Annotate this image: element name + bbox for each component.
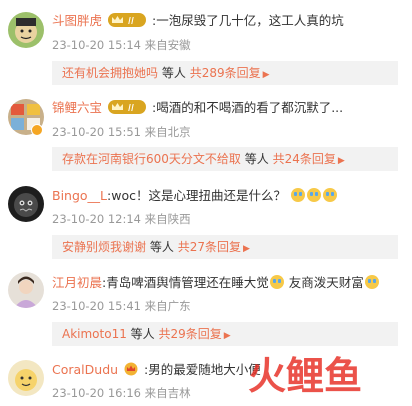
- chevron-right-icon: ▶: [242, 244, 250, 254]
- comment-date: 23-10-20 12:14: [52, 212, 141, 226]
- chevron-right-icon: ▶: [337, 156, 345, 166]
- comment-date: 23-10-20 15:51: [52, 125, 141, 139]
- username[interactable]: CoralDudu: [52, 362, 118, 377]
- crown-level-icon: II: [108, 100, 146, 118]
- comment-line: Bingo__L:woc！这是心理扭曲还是什么？: [52, 188, 338, 204]
- crying-emoji-icon: [290, 188, 305, 202]
- comment-text: :一泡尿毁了几十亿，这工人真的坑: [151, 13, 344, 28]
- reply-mid-text: 等人: [130, 327, 155, 341]
- comment-line: 锦鲤六宝 II :喝酒的和不喝酒的看了都沉默了...: [52, 100, 343, 118]
- reply-mid-text: 等人: [149, 240, 174, 254]
- comment-text: :男的最爱随地大小便: [144, 362, 261, 377]
- username[interactable]: 江月初晨: [52, 275, 102, 290]
- watermark-logo: 火鲤鱼: [248, 352, 398, 400]
- comment-line: CoralDudu :男的最爱随地大小便: [52, 362, 261, 380]
- comment-meta: 23-10-20 15:14 来自安徽: [52, 38, 191, 52]
- reply-total[interactable]: 共24条回复: [273, 152, 336, 166]
- reply-summary[interactable]: 安静别烦我谢谢 等人 共27条回复 ▶: [52, 235, 398, 259]
- comment-location: 来自北京: [144, 125, 191, 139]
- grinning-emoji-icon: [269, 275, 284, 289]
- comment-location: 来自陕西: [144, 212, 191, 226]
- username[interactable]: 斗图胖虎: [52, 13, 102, 28]
- reply-total[interactable]: 共27条回复: [178, 240, 241, 254]
- crying-emoji-icon: [322, 188, 337, 202]
- reply-summary[interactable]: 存款在河南银行600天分文不给取 等人 共24条回复 ▶: [52, 147, 398, 171]
- comment-location: 来自广东: [144, 299, 191, 313]
- reply-preview-user[interactable]: 还有机会拥抱她吗: [62, 66, 158, 80]
- username[interactable]: 锦鲤六宝: [52, 100, 102, 115]
- comment-line: 斗图胖虎 II :一泡尿毁了几十亿，这工人真的坑: [52, 13, 344, 31]
- comment-date: 23-10-20 15:14: [52, 38, 141, 52]
- comment-meta: 23-10-20 12:14 来自陕西: [52, 212, 191, 226]
- comment-line: 江月初晨:青岛啤酒舆情管理还在睡大觉 友商泼天财富: [52, 275, 380, 291]
- comment-meta: 23-10-20 15:41 来自广东: [52, 299, 191, 313]
- username[interactable]: Bingo__L: [52, 188, 107, 203]
- comment-date: 23-10-20 16:16: [52, 386, 141, 400]
- comment-meta: 23-10-20 16:16 来自吉林: [52, 386, 191, 400]
- chevron-right-icon: ▶: [262, 70, 270, 80]
- crown-level-icon: II: [108, 13, 146, 31]
- comment-meta: 23-10-20 15:51 来自北京: [52, 125, 191, 139]
- crying-emoji-icon: [306, 188, 321, 202]
- comment-date: 23-10-20 15:41: [52, 299, 141, 313]
- crown-label: II: [128, 103, 134, 114]
- grinning-emoji-icon: [364, 275, 379, 289]
- avatar[interactable]: [8, 186, 44, 222]
- avatar[interactable]: [8, 12, 44, 48]
- reply-total[interactable]: 共29条回复: [159, 327, 222, 341]
- watermark-text: 火鲤鱼: [248, 354, 362, 396]
- reply-preview-user[interactable]: 存款在河南银行600天分文不给取: [62, 152, 241, 166]
- reply-summary[interactable]: 还有机会拥抱她吗 等人 共289条回复 ▶: [52, 61, 398, 85]
- reply-summary[interactable]: Akimoto11 等人 共29条回复 ▶: [52, 322, 398, 346]
- verified-badge-icon: [31, 124, 43, 136]
- comment-location: 来自安徽: [144, 38, 191, 52]
- avatar[interactable]: [8, 360, 44, 396]
- reply-preview-user[interactable]: Akimoto11: [62, 327, 127, 341]
- reply-mid-text: 等人: [244, 152, 269, 166]
- avatar[interactable]: [8, 272, 44, 308]
- chevron-right-icon: ▶: [223, 331, 231, 341]
- comment-text: :woc！这是心理扭曲还是什么？: [107, 188, 286, 203]
- comment-text: :青岛啤酒舆情管理还在睡大觉: [102, 275, 269, 290]
- reply-preview-user[interactable]: 安静别烦我谢谢: [62, 240, 146, 254]
- crown-label: II: [128, 16, 134, 27]
- reply-total[interactable]: 共289条回复: [190, 66, 261, 80]
- comment-location: 来自吉林: [144, 386, 191, 400]
- reply-mid-text: 等人: [161, 66, 186, 80]
- comment-text: :喝酒的和不喝酒的看了都沉默了...: [151, 100, 344, 115]
- comment-text-2: 友商泼天财富: [288, 275, 364, 290]
- level-badge-icon: [124, 362, 138, 380]
